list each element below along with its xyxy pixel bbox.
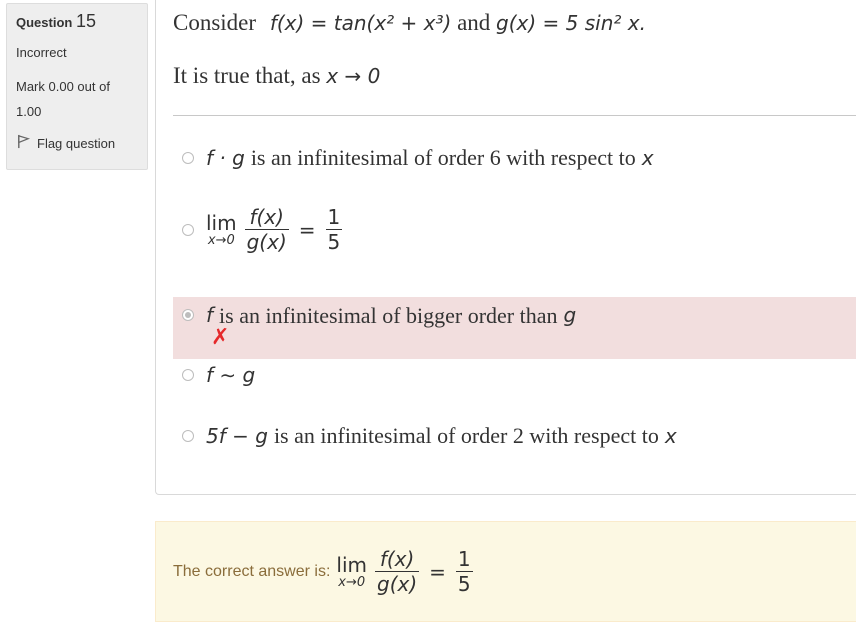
option-3-math-prefix: f — [206, 303, 214, 327]
answer-option-4[interactable]: f ∼ g — [173, 363, 856, 387]
radio-option-3-selected[interactable] — [182, 309, 194, 321]
radio-option-5[interactable] — [182, 430, 194, 442]
line2-text: It is true that, as — [173, 63, 321, 88]
answer-option-3-incorrect[interactable]: f is an infinitesimal of bigger order th… — [173, 297, 856, 359]
radio-option-4[interactable] — [182, 369, 194, 381]
incorrect-cross-icon: ✗ — [211, 325, 230, 350]
f-definition: f(x) = tan(x² + x³) — [269, 11, 452, 35]
question-text-line-2: It is true that, as x → 0 — [173, 63, 380, 89]
option-2-equals: = — [298, 217, 316, 242]
feedback-lim-sub: x→0 — [338, 574, 366, 590]
option-2-denominator: g(x) — [246, 230, 287, 254]
option-2-limit: lim x→0 — [206, 212, 237, 248]
divider — [173, 115, 856, 116]
option-1-text: is an infinitesimal of order 6 with resp… — [250, 145, 636, 170]
feedback-limit: lim x→0 — [336, 554, 367, 590]
question-number: Question 15 — [16, 12, 138, 32]
question-number-value: 15 — [75, 11, 96, 31]
option-2-fraction: f(x) g(x) — [244, 205, 289, 254]
feedback-equals: = — [429, 559, 446, 584]
option-2-lim-word: lim — [206, 210, 237, 235]
option-5-math-prefix: 5f − g — [206, 424, 268, 448]
option-3-text: is an infinitesimal of bigger order than — [219, 303, 558, 328]
question-state: Incorrect — [16, 45, 67, 60]
feedback-rhs-numerator: 1 — [457, 547, 471, 571]
feedback-lim-word: lim — [336, 552, 367, 577]
question-grade: Mark 0.00 out of 1.00 — [16, 79, 110, 119]
line2-math: x → 0 — [326, 64, 381, 88]
correct-answer-feedback: The correct answer is: lim x→0 f(x) g(x)… — [155, 521, 856, 622]
question-text-line-1: Consider f(x) = tan(x² + x³) and g(x) = … — [173, 10, 646, 36]
option-2-rhs-fraction: 1 5 — [325, 205, 343, 254]
radio-option-2[interactable] — [182, 223, 194, 236]
feedback-rhs-fraction: 1 5 — [455, 547, 473, 596]
radio-option-1[interactable] — [182, 152, 194, 164]
feedback-denominator: g(x) — [377, 572, 418, 596]
option-2-rhs-numerator: 1 — [327, 205, 341, 229]
question-label: Question — [16, 15, 73, 30]
option-5-math-suffix: x — [664, 424, 677, 448]
intro-word: Consider — [173, 10, 257, 35]
answer-option-1[interactable]: f · g is an infinitesimal of order 6 wit… — [173, 145, 856, 171]
question-content: Consider f(x) = tan(x² + x³) and g(x) = … — [155, 0, 856, 495]
feedback-numerator: f(x) — [379, 547, 415, 571]
answer-option-2[interactable]: lim x→0 f(x) g(x) = 1 5 — [173, 205, 856, 254]
flag-icon — [16, 134, 31, 154]
question-info-panel: Question 15 Incorrect Mark 0.00 out of 1… — [6, 3, 148, 170]
feedback-math: lim x→0 f(x) g(x) = 1 5 — [336, 547, 476, 596]
option-2-numerator: f(x) — [249, 205, 284, 229]
option-1-math-prefix: f · g — [206, 146, 245, 170]
answer-option-5[interactable]: 5f − g is an infinitesimal of order 2 wi… — [173, 423, 856, 449]
feedback-fraction: f(x) g(x) — [375, 547, 420, 596]
option-1-math-suffix: x — [641, 146, 654, 170]
flag-question-label: Flag question — [37, 136, 116, 151]
feedback-label: The correct answer is: — [173, 562, 331, 580]
flag-question-button[interactable]: Flag question — [16, 134, 138, 154]
and-word: and — [457, 10, 491, 35]
option-2-rhs-denominator: 5 — [327, 230, 341, 254]
option-2-lim-sub: x→0 — [207, 232, 235, 248]
g-definition: g(x) = 5 sin² x. — [496, 11, 646, 35]
feedback-rhs-denominator: 5 — [457, 572, 471, 596]
option-4-math: f ∼ g — [206, 363, 256, 387]
option-3-math-suffix: g — [563, 303, 577, 327]
option-5-text: is an infinitesimal of order 2 with resp… — [273, 423, 659, 448]
